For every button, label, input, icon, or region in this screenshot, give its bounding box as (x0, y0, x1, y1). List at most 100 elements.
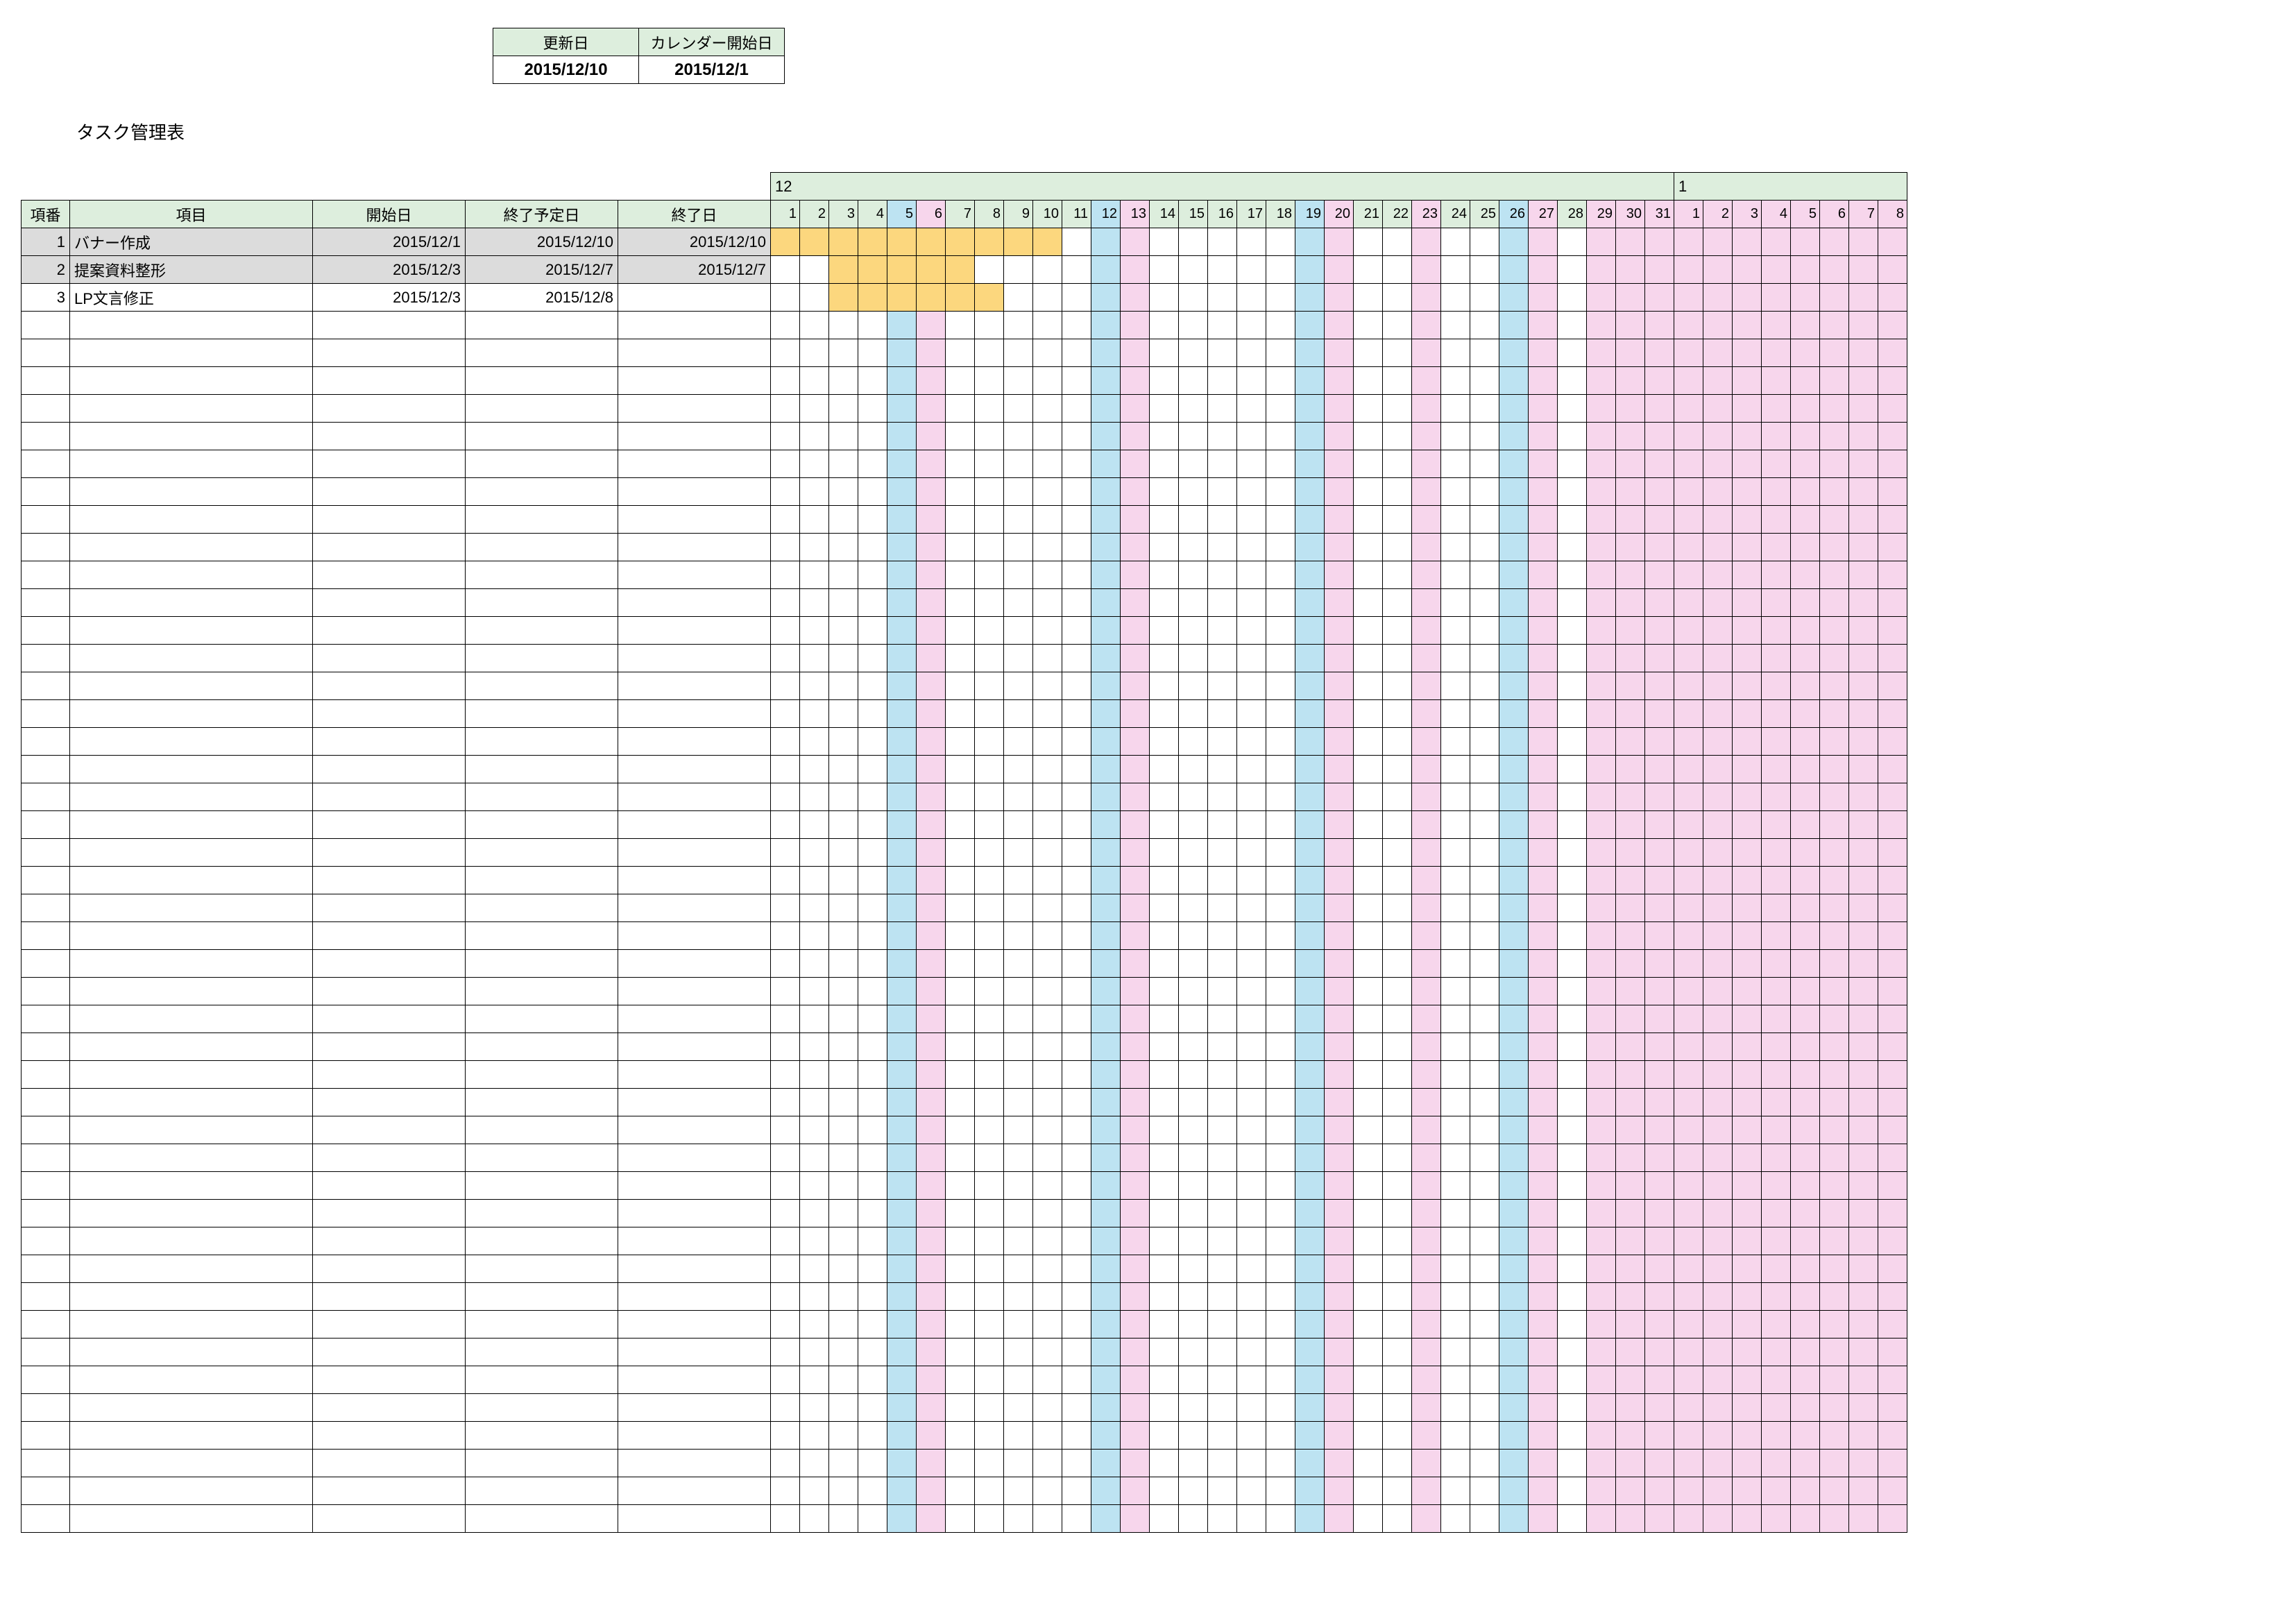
gantt-cell[interactable] (1062, 256, 1091, 284)
gantt-cell[interactable] (1033, 339, 1062, 367)
gantt-cell[interactable] (1062, 561, 1091, 589)
gantt-cell[interactable] (975, 645, 1004, 672)
task-num[interactable] (22, 1422, 70, 1450)
gantt-cell[interactable] (1849, 645, 1878, 672)
gantt-cell[interactable] (1762, 894, 1791, 922)
gantt-cell[interactable] (1791, 617, 1820, 645)
gantt-cell[interactable] (1820, 1144, 1849, 1172)
gantt-cell[interactable] (829, 534, 858, 561)
gantt-cell[interactable] (1558, 1255, 1587, 1283)
gantt-cell[interactable] (887, 1255, 917, 1283)
gantt-cell[interactable] (1733, 867, 1762, 894)
gantt-cell[interactable] (975, 1255, 1004, 1283)
gantt-cell[interactable] (1033, 894, 1062, 922)
gantt-cell[interactable] (1529, 367, 1558, 395)
gantt-cell[interactable] (1295, 1089, 1325, 1116)
gantt-cell[interactable] (1441, 894, 1470, 922)
gantt-cell[interactable] (1237, 1339, 1266, 1366)
gantt-cell[interactable] (858, 561, 887, 589)
gantt-cell[interactable] (917, 506, 946, 534)
gantt-cell[interactable] (1878, 867, 1907, 894)
gantt-cell[interactable] (1529, 1283, 1558, 1311)
gantt-cell[interactable] (1150, 228, 1179, 256)
task-start[interactable] (313, 561, 466, 589)
gantt-cell[interactable] (917, 1089, 946, 1116)
gantt-cell[interactable] (1703, 645, 1733, 672)
gantt-cell[interactable] (771, 1005, 800, 1033)
gantt-cell[interactable] (946, 423, 975, 450)
gantt-cell[interactable] (1499, 700, 1529, 728)
gantt-cell[interactable] (858, 1227, 887, 1255)
gantt-cell[interactable] (1733, 534, 1762, 561)
gantt-cell[interactable] (1645, 1005, 1674, 1033)
gantt-cell[interactable] (1441, 811, 1470, 839)
gantt-cell[interactable] (858, 672, 887, 700)
gantt-cell[interactable] (887, 312, 917, 339)
gantt-cell[interactable] (1179, 561, 1208, 589)
task-end[interactable] (618, 423, 771, 450)
gantt-cell[interactable] (1441, 1227, 1470, 1255)
gantt-cell[interactable] (800, 617, 829, 645)
gantt-cell[interactable] (1470, 423, 1499, 450)
gantt-cell[interactable] (1499, 312, 1529, 339)
gantt-cell[interactable] (1762, 395, 1791, 423)
gantt-cell[interactable] (1733, 478, 1762, 506)
gantt-cell[interactable] (1616, 478, 1645, 506)
gantt-cell[interactable] (1062, 950, 1091, 978)
gantt-cell[interactable] (1470, 256, 1499, 284)
gantt-cell[interactable] (1529, 395, 1558, 423)
gantt-cell[interactable] (1208, 423, 1237, 450)
gantt-cell[interactable] (1325, 950, 1354, 978)
gantt-cell[interactable] (1470, 922, 1499, 950)
gantt-cell[interactable] (1354, 256, 1383, 284)
gantt-cell[interactable] (1499, 811, 1529, 839)
gantt-cell[interactable] (1820, 783, 1849, 811)
gantt-cell[interactable] (1791, 1283, 1820, 1311)
gantt-cell[interactable] (1849, 1505, 1878, 1533)
gantt-cell[interactable] (1004, 478, 1033, 506)
gantt-cell[interactable] (1616, 1089, 1645, 1116)
gantt-cell[interactable] (1383, 1339, 1412, 1366)
gantt-cell[interactable] (1325, 700, 1354, 728)
gantt-cell[interactable] (1325, 284, 1354, 312)
gantt-cell[interactable] (1529, 1061, 1558, 1089)
task-start[interactable]: 2015/12/1 (313, 228, 466, 256)
gantt-cell[interactable] (1237, 256, 1266, 284)
gantt-cell[interactable] (975, 811, 1004, 839)
gantt-cell[interactable] (1587, 617, 1616, 645)
gantt-cell[interactable] (1383, 1116, 1412, 1144)
task-due[interactable] (466, 1061, 618, 1089)
gantt-cell[interactable] (1703, 978, 1733, 1005)
gantt-cell[interactable] (1179, 589, 1208, 617)
gantt-cell[interactable] (1179, 1200, 1208, 1227)
gantt-cell[interactable] (1791, 1116, 1820, 1144)
gantt-cell[interactable] (1703, 1311, 1733, 1339)
gantt-cell[interactable] (1383, 423, 1412, 450)
gantt-cell[interactable] (1878, 423, 1907, 450)
gantt-cell[interactable] (946, 1394, 975, 1422)
gantt-cell[interactable] (1004, 534, 1033, 561)
gantt-cell[interactable] (1616, 1144, 1645, 1172)
gantt-cell[interactable] (1062, 284, 1091, 312)
gantt-cell[interactable] (1121, 728, 1150, 756)
task-end[interactable] (618, 1477, 771, 1505)
gantt-cell[interactable] (1441, 1339, 1470, 1366)
gantt-cell[interactable] (1762, 1422, 1791, 1450)
gantt-cell[interactable] (1091, 1227, 1121, 1255)
gantt-cell[interactable] (1558, 728, 1587, 756)
gantt-cell[interactable] (1179, 1477, 1208, 1505)
gantt-cell[interactable] (887, 783, 917, 811)
gantt-cell[interactable] (1121, 672, 1150, 700)
gantt-cell[interactable] (1674, 367, 1703, 395)
gantt-cell[interactable] (1266, 1339, 1295, 1366)
task-num[interactable] (22, 1144, 70, 1172)
gantt-cell[interactable] (1820, 1450, 1849, 1477)
gantt-cell[interactable] (771, 700, 800, 728)
gantt-cell[interactable] (1295, 1366, 1325, 1394)
gantt-cell[interactable] (917, 950, 946, 978)
task-end[interactable] (618, 1366, 771, 1394)
gantt-cell[interactable] (1529, 728, 1558, 756)
gantt-cell[interactable] (1645, 700, 1674, 728)
gantt-cell[interactable] (1033, 978, 1062, 1005)
task-start[interactable] (313, 1227, 466, 1255)
